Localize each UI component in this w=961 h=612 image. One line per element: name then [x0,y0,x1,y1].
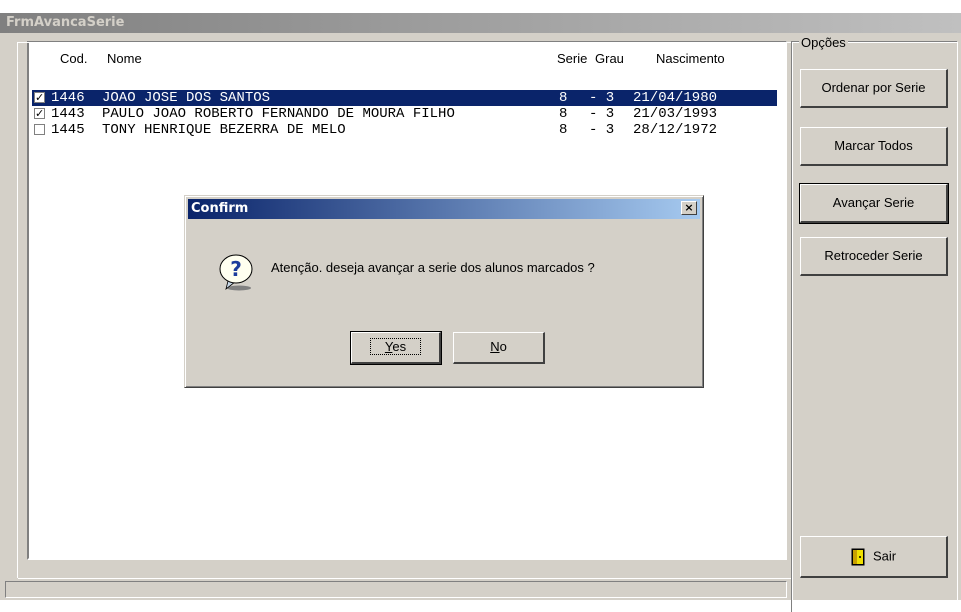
close-icon[interactable]: × [681,201,697,215]
dialog-message: Atenção. deseja avançar a serie dos alun… [271,260,595,275]
main-window: FrmAvancaSerie Cod. Nome Serie Grau Nasc… [0,13,961,612]
dialog-title-bar[interactable]: Confirm × [188,199,700,219]
window-title: FrmAvancaSerie [6,15,125,30]
exit-door-icon [851,548,865,566]
ordenar-serie-button[interactable]: Ordenar por Serie [800,69,948,108]
dialog-title: Confirm [191,201,249,216]
confirm-dialog: Confirm × ? Atenção. deseja avançar a se… [184,195,704,388]
no-label: o [499,339,507,354]
avancar-serie-button[interactable]: Avançar Serie [799,183,949,224]
options-legend: Opções [799,35,848,50]
sair-button[interactable]: Sair [800,536,948,578]
status-bar [5,581,787,598]
marcar-todos-button[interactable]: Marcar Todos [800,127,948,166]
no-button[interactable]: No [453,332,545,364]
title-bar[interactable]: FrmAvancaSerie [0,13,961,33]
question-icon: ? [219,254,253,291]
yes-button[interactable]: Yes [350,331,442,365]
retroceder-serie-button[interactable]: Retroceder Serie [800,237,948,276]
svg-text:?: ? [230,257,242,281]
yes-label: es [392,339,407,354]
sair-label: Sair [872,548,897,564]
no-mnemonic: N [490,339,500,354]
